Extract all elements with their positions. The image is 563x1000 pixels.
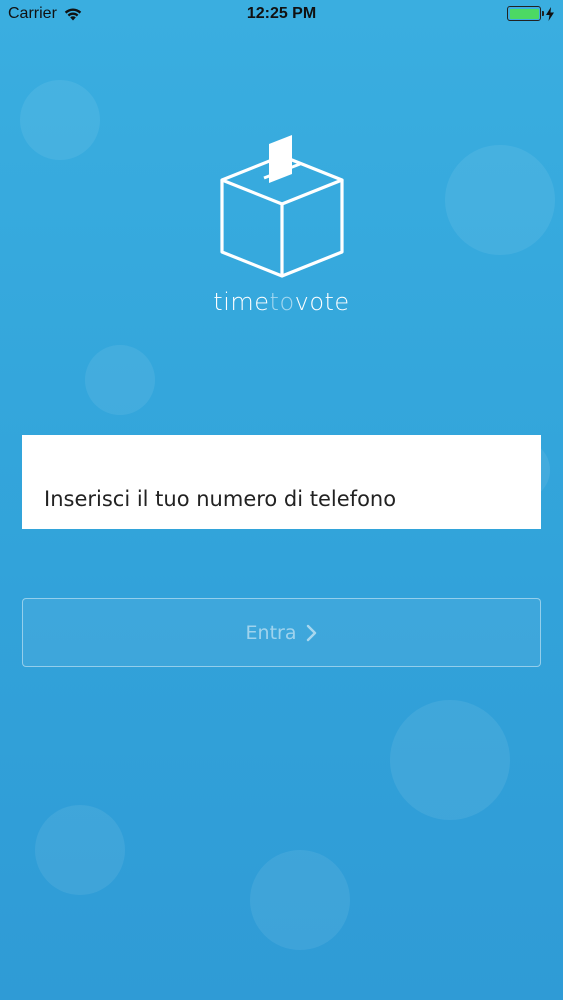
ballot-box-icon [220, 135, 344, 278]
logo-text-vote: vote [294, 288, 350, 316]
charging-bolt-icon [546, 6, 554, 21]
battery-fill [509, 8, 539, 19]
logo-text-to: to [269, 288, 295, 316]
enter-button-label: Entra [245, 621, 297, 644]
clock: 12:25 PM [246, 5, 317, 22]
app-logo-text: timetovote [0, 288, 563, 316]
logo-text-time: time [213, 288, 270, 316]
battery-group [507, 6, 555, 21]
battery-icon [507, 6, 544, 21]
enter-button[interactable]: Entra [22, 598, 541, 667]
status-bar: Carrier 12:25 PM [0, 0, 563, 30]
phone-number-input[interactable]: Inserisci il tuo numero di telefono [22, 435, 541, 529]
chevron-right-icon [307, 624, 317, 641]
phone-number-placeholder: Inserisci il tuo numero di telefono [44, 487, 397, 511]
